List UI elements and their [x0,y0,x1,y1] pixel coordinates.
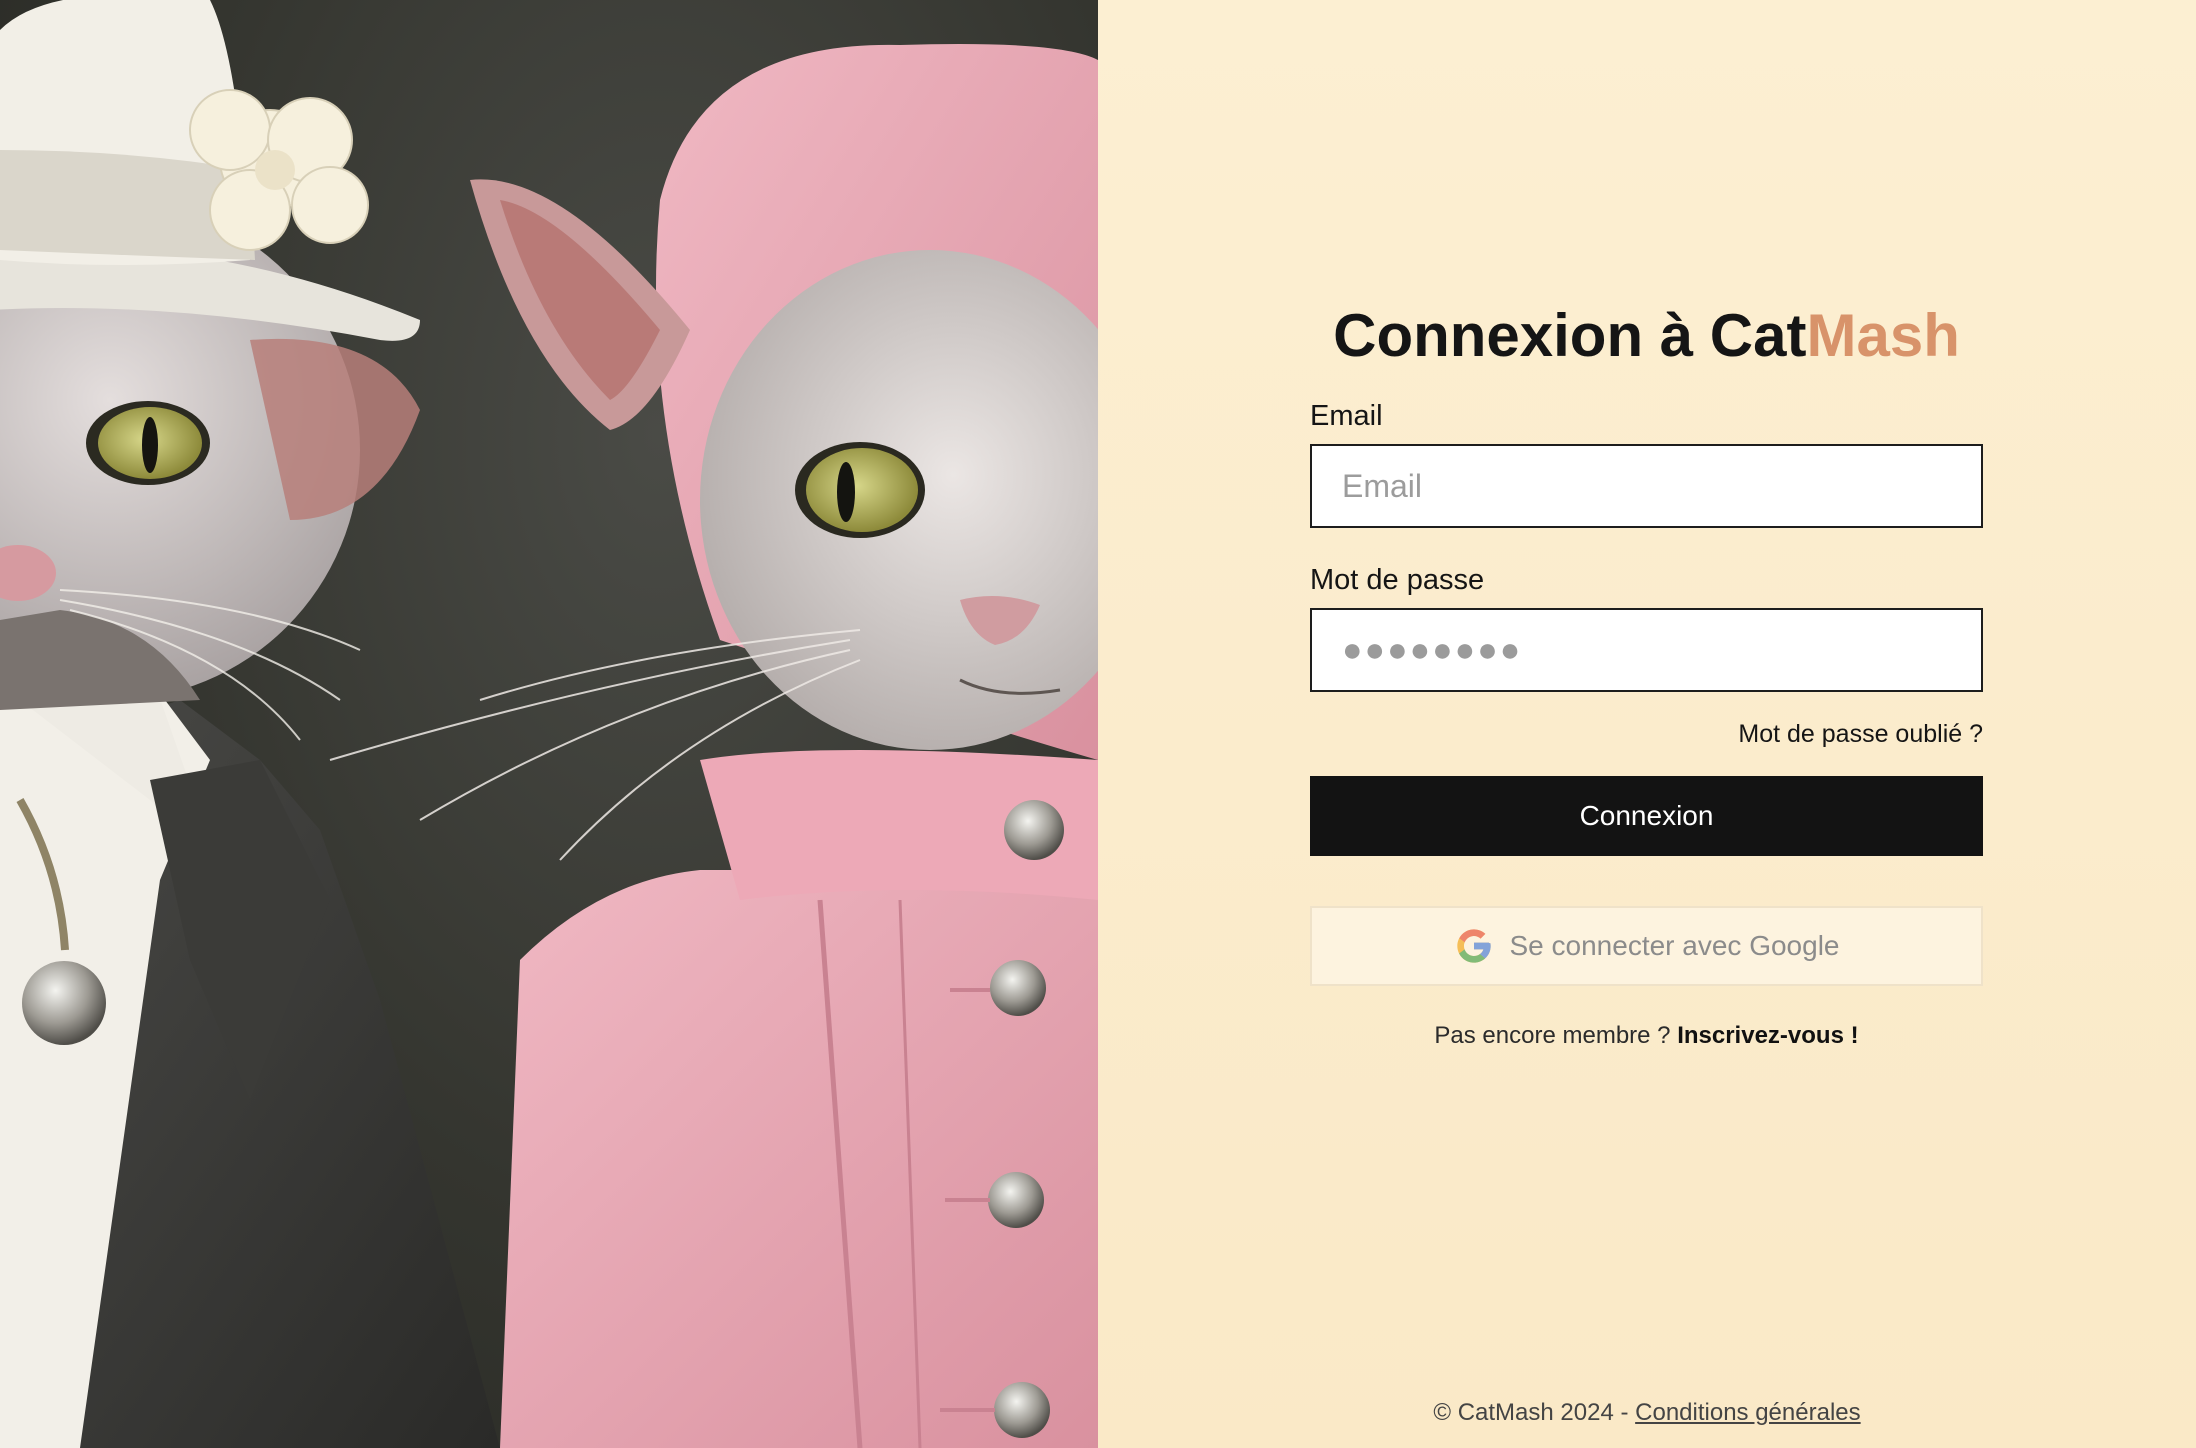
login-page: Connexion à CatMash Email Mot de passe ●… [0,0,2196,1448]
login-panel: Connexion à CatMash Email Mot de passe ●… [1098,0,2196,1448]
email-field[interactable] [1310,444,1983,528]
password-field[interactable]: ●●●●●●●● [1310,608,1983,692]
login-submit-button[interactable]: Connexion [1310,776,1983,856]
email-label: Email [1310,400,1383,432]
signup-question: Pas encore membre ? [1434,1022,1671,1049]
copyright-text: © CatMash 2024 - [1433,1399,1629,1426]
hero-photo [0,0,1098,1448]
google-signin-label: Se connecter avec Google [1509,930,1840,961]
dressed-cats-illustration [0,0,1098,1448]
page-title: Connexion à CatMash [1310,296,1983,376]
forgot-password-link[interactable]: Mot de passe oublié ? [1310,718,1983,750]
brand-accent: Mash [1806,302,1960,369]
google-signin-button[interactable]: Se connecter avec Google [1310,906,1983,986]
google-g-icon [1456,929,1491,963]
signup-prompt: Pas encore membre ? Inscrivez-vous ! [1310,1020,1983,1052]
signup-link[interactable]: Inscrivez-vous ! [1677,1022,1858,1049]
title-prefix: Connexion à Cat [1333,302,1807,369]
password-masked-value: ●●●●●●●● [1342,630,1523,669]
password-label: Mot de passe [1310,564,1485,596]
login-form: Connexion à CatMash Email Mot de passe ●… [1310,296,1983,1052]
footer: © CatMash 2024 - Conditions générales [1098,1398,2196,1428]
terms-link[interactable]: Conditions générales [1635,1399,1860,1426]
